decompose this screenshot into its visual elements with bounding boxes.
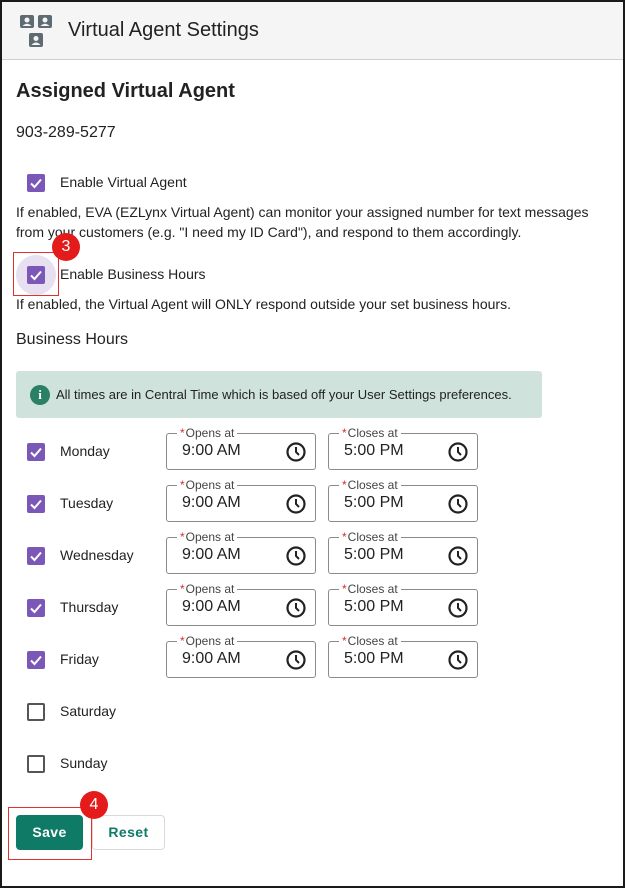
required-asterisk: *: [180, 582, 185, 596]
checkmark-icon: [30, 499, 42, 510]
day-row-wednesday: Wednesday *Opens at 9:00 AM *Closes at 5…: [2, 531, 622, 577]
opens-at-value: 9:00 AM: [182, 494, 241, 511]
clock-icon[interactable]: [447, 493, 469, 515]
annotation-box-step-4: [8, 807, 92, 860]
annotation-badge-step-3: 3: [52, 233, 80, 261]
clock-icon[interactable]: [447, 597, 469, 619]
required-asterisk: *: [342, 478, 347, 492]
day-row-monday: Monday *Opens at 9:00 AM *Closes at 5:00…: [2, 427, 622, 473]
enable-business-hours-label[interactable]: Enable Business Hours: [60, 266, 206, 282]
closes-at-label: Closes at: [347, 582, 398, 596]
thursday-checkbox[interactable]: [27, 599, 45, 617]
closes-at-value: 5:00 PM: [344, 546, 404, 563]
opens-at-value: 9:00 AM: [182, 598, 241, 615]
day-label: Saturday: [60, 703, 117, 719]
opens-at-label: Opens at: [185, 478, 235, 492]
day-label: Friday: [60, 651, 99, 667]
opens-at-value: 9:00 AM: [182, 442, 241, 459]
checkmark-icon: [30, 447, 42, 458]
friday-opens-at-field[interactable]: *Opens at 9:00 AM: [166, 635, 316, 678]
enable-virtual-agent-label[interactable]: Enable Virtual Agent: [60, 174, 187, 190]
day-row-saturday: Saturday: [2, 693, 622, 733]
checkmark-icon: [30, 655, 42, 666]
reset-button[interactable]: Reset: [92, 815, 165, 850]
day-label: Sunday: [60, 755, 108, 771]
wednesday-closes-at-field[interactable]: *Closes at 5:00 PM: [328, 531, 478, 574]
required-asterisk: *: [342, 426, 347, 440]
closes-at-value: 5:00 PM: [344, 442, 404, 459]
friday-checkbox[interactable]: [27, 651, 45, 669]
closes-at-value: 5:00 PM: [344, 650, 404, 667]
thursday-closes-at-field[interactable]: *Closes at 5:00 PM: [328, 583, 478, 626]
monday-checkbox[interactable]: [27, 443, 45, 461]
day-label: Wednesday: [60, 547, 134, 563]
settings-panel: Virtual Agent Settings Assigned Virtual …: [0, 0, 625, 888]
enable-business-hours-description: If enabled, the Virtual Agent will ONLY …: [16, 296, 511, 312]
info-icon: i: [30, 385, 50, 405]
required-asterisk: *: [180, 634, 185, 648]
annotation-badge-step-4: 4: [80, 791, 108, 819]
saturday-checkbox[interactable]: [27, 703, 45, 721]
section-title: Assigned Virtual Agent: [16, 80, 235, 102]
day-row-thursday: Thursday *Opens at 9:00 AM *Closes at 5:…: [2, 583, 622, 629]
assigned-phone-number: 903-289-5277: [16, 124, 116, 141]
required-asterisk: *: [180, 426, 185, 440]
opens-at-label: Opens at: [185, 582, 235, 596]
closes-at-label: Closes at: [347, 426, 398, 440]
clock-icon[interactable]: [285, 649, 307, 671]
clock-icon[interactable]: [285, 545, 307, 567]
thursday-opens-at-field[interactable]: *Opens at 9:00 AM: [166, 583, 316, 626]
sunday-checkbox[interactable]: [27, 755, 45, 773]
timezone-info-text: All times are in Central Time which is b…: [56, 387, 512, 402]
tuesday-closes-at-field[interactable]: *Closes at 5:00 PM: [328, 479, 478, 522]
opens-at-label: Opens at: [185, 530, 235, 544]
clock-icon[interactable]: [285, 493, 307, 515]
opens-at-value: 9:00 AM: [182, 546, 241, 563]
day-label: Thursday: [60, 599, 119, 615]
business-hours-title: Business Hours: [16, 331, 129, 348]
clock-icon[interactable]: [285, 441, 307, 463]
timezone-info-banner: i All times are in Central Time which is…: [16, 371, 542, 418]
annotation-box-step-3: [13, 252, 59, 296]
monday-opens-at-field[interactable]: *Opens at 9:00 AM: [166, 427, 316, 470]
clock-icon[interactable]: [447, 545, 469, 567]
monday-closes-at-field[interactable]: *Closes at 5:00 PM: [328, 427, 478, 470]
closes-at-label: Closes at: [347, 478, 398, 492]
chat-agents-icon: [20, 15, 52, 47]
clock-icon[interactable]: [447, 649, 469, 671]
checkmark-icon: [30, 551, 42, 562]
closes-at-value: 5:00 PM: [344, 598, 404, 615]
required-asterisk: *: [180, 478, 185, 492]
clock-icon[interactable]: [285, 597, 307, 619]
day-row-tuesday: Tuesday *Opens at 9:00 AM *Closes at 5:0…: [2, 479, 622, 525]
day-label: Monday: [60, 443, 110, 459]
closes-at-label: Closes at: [347, 634, 398, 648]
required-asterisk: *: [342, 582, 347, 596]
opens-at-label: Opens at: [185, 634, 235, 648]
panel-header: Virtual Agent Settings: [2, 2, 623, 60]
checkmark-icon: [30, 178, 42, 189]
checkmark-icon: [30, 603, 42, 614]
tuesday-checkbox[interactable]: [27, 495, 45, 513]
clock-icon[interactable]: [447, 441, 469, 463]
required-asterisk: *: [180, 530, 185, 544]
closes-at-value: 5:00 PM: [344, 494, 404, 511]
opens-at-label: Opens at: [185, 426, 235, 440]
page-title: Virtual Agent Settings: [68, 19, 259, 41]
friday-closes-at-field[interactable]: *Closes at 5:00 PM: [328, 635, 478, 678]
day-row-sunday: Sunday: [2, 745, 622, 785]
enable-virtual-agent-checkbox[interactable]: [27, 174, 45, 192]
wednesday-checkbox[interactable]: [27, 547, 45, 565]
closes-at-label: Closes at: [347, 530, 398, 544]
wednesday-opens-at-field[interactable]: *Opens at 9:00 AM: [166, 531, 316, 574]
day-row-friday: Friday *Opens at 9:00 AM *Closes at 5:00…: [2, 635, 622, 681]
required-asterisk: *: [342, 634, 347, 648]
day-label: Tuesday: [60, 495, 114, 511]
enable-virtual-agent-description: If enabled, EVA (EZLynx Virtual Agent) c…: [16, 204, 589, 240]
tuesday-opens-at-field[interactable]: *Opens at 9:00 AM: [166, 479, 316, 522]
opens-at-value: 9:00 AM: [182, 650, 241, 667]
required-asterisk: *: [342, 530, 347, 544]
